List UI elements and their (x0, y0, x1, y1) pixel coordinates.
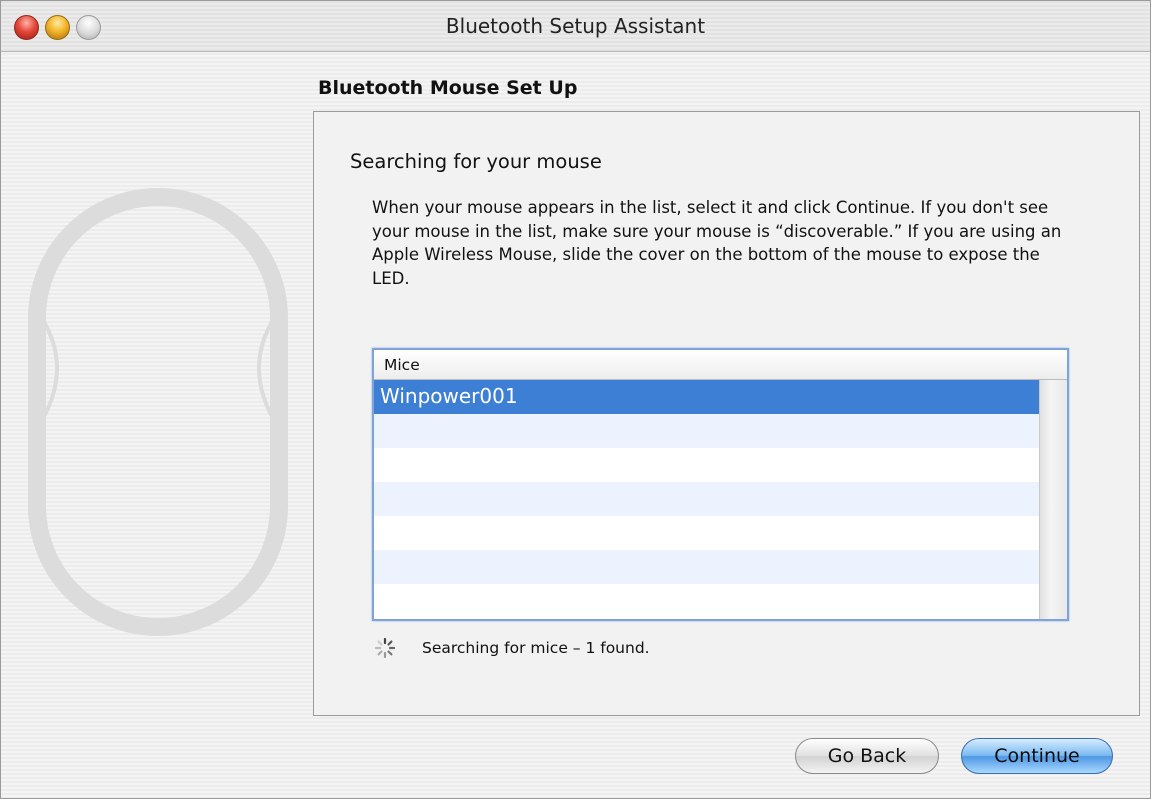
empty-row (374, 584, 1039, 618)
empty-row (374, 516, 1039, 550)
setup-assistant-window: Bluetooth Setup Assistant Bluetooth Mous… (0, 0, 1151, 799)
search-status-text: Searching for mice – 1 found. (422, 639, 650, 657)
empty-row (374, 414, 1039, 448)
progress-spinner-icon (374, 637, 396, 659)
list-item[interactable]: Winpower001 (374, 380, 1039, 414)
mice-list[interactable]: Mice Winpower001 (372, 348, 1069, 621)
panel-heading: Searching for your mouse (350, 150, 602, 173)
empty-row (374, 482, 1039, 516)
column-header-mice[interactable]: Mice (374, 350, 1067, 380)
window-title: Bluetooth Setup Assistant (445, 14, 706, 38)
instructions-text: When your mouse appears in the list, sel… (372, 198, 1062, 288)
mice-list-rows: Winpower001 (374, 380, 1039, 619)
empty-row (374, 550, 1039, 584)
search-status: Searching for mice – 1 found. (374, 637, 650, 659)
go-back-button[interactable]: Go Back (795, 738, 939, 774)
section-title: Bluetooth Mouse Set Up (318, 77, 578, 99)
title-bar[interactable]: Bluetooth Setup Assistant (1, 1, 1150, 52)
list-scrollbar[interactable] (1039, 380, 1067, 619)
content-panel: Searching for your mouse When your mouse… (313, 111, 1140, 716)
continue-button[interactable]: Continue (961, 738, 1113, 774)
bluetooth-mouse-illustration (28, 188, 288, 636)
empty-row (374, 448, 1039, 482)
